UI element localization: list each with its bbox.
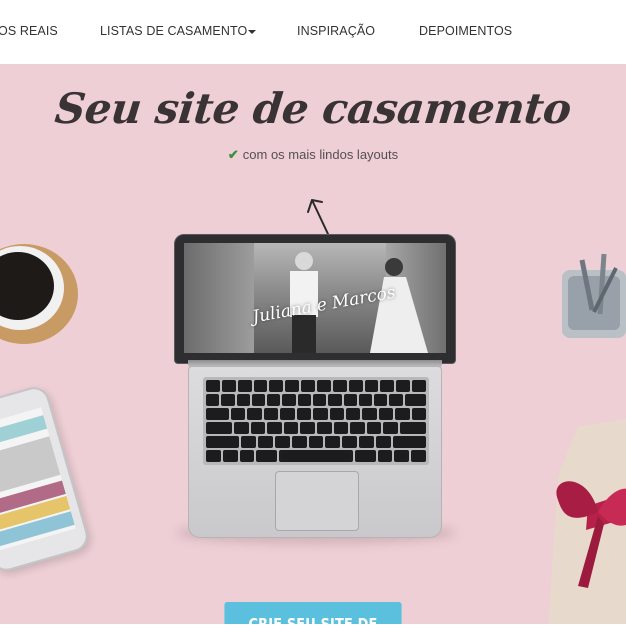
nav-item-label: LISTAS DE CASAMENTO <box>100 24 248 38</box>
check-icon: ✔ <box>227 147 239 162</box>
smartphone-image <box>0 383 92 575</box>
hero-subtitle: ✔ com os mais lindos layouts <box>0 147 626 163</box>
gift-box-image <box>548 419 626 626</box>
create-site-button[interactable]: CRIE SEU SITE DE CASAMENTO <box>224 602 402 626</box>
laptop-image: Juliana e Marcos <box>174 234 456 540</box>
hero-banner: Seu site de casamento ✔ com os mais lindo… <box>0 64 626 626</box>
subtitle-text: com os mais lindos layouts <box>242 147 399 162</box>
nav-item-casamentos-reais[interactable]: OS REAIS <box>0 24 58 38</box>
caret-down-icon <box>248 29 257 34</box>
laptop-trackpad <box>275 471 359 531</box>
laptop-keyboard <box>203 377 429 465</box>
hero-title: Seu site de casamento <box>52 84 574 133</box>
top-navigation: OS REAIS LISTAS DE CASAMENTO INSPIRAÇÃO … <box>0 0 626 64</box>
nav-item-listas-de-casamento[interactable]: LISTAS DE CASAMENTO <box>100 24 257 38</box>
pen-holder-image <box>562 253 626 338</box>
nav-item-depoimentos[interactable]: DEPOIMENTOS <box>419 24 512 38</box>
laptop-screen-photo: Juliana e Marcos <box>184 243 446 353</box>
coffee-cup-image <box>0 244 78 344</box>
arrow-icon <box>307 199 329 235</box>
laptop-lid: Juliana e Marcos <box>174 234 456 364</box>
nav-item-inspiracao[interactable]: INSPIRAÇÃO <box>297 24 375 38</box>
laptop-base <box>188 366 442 538</box>
